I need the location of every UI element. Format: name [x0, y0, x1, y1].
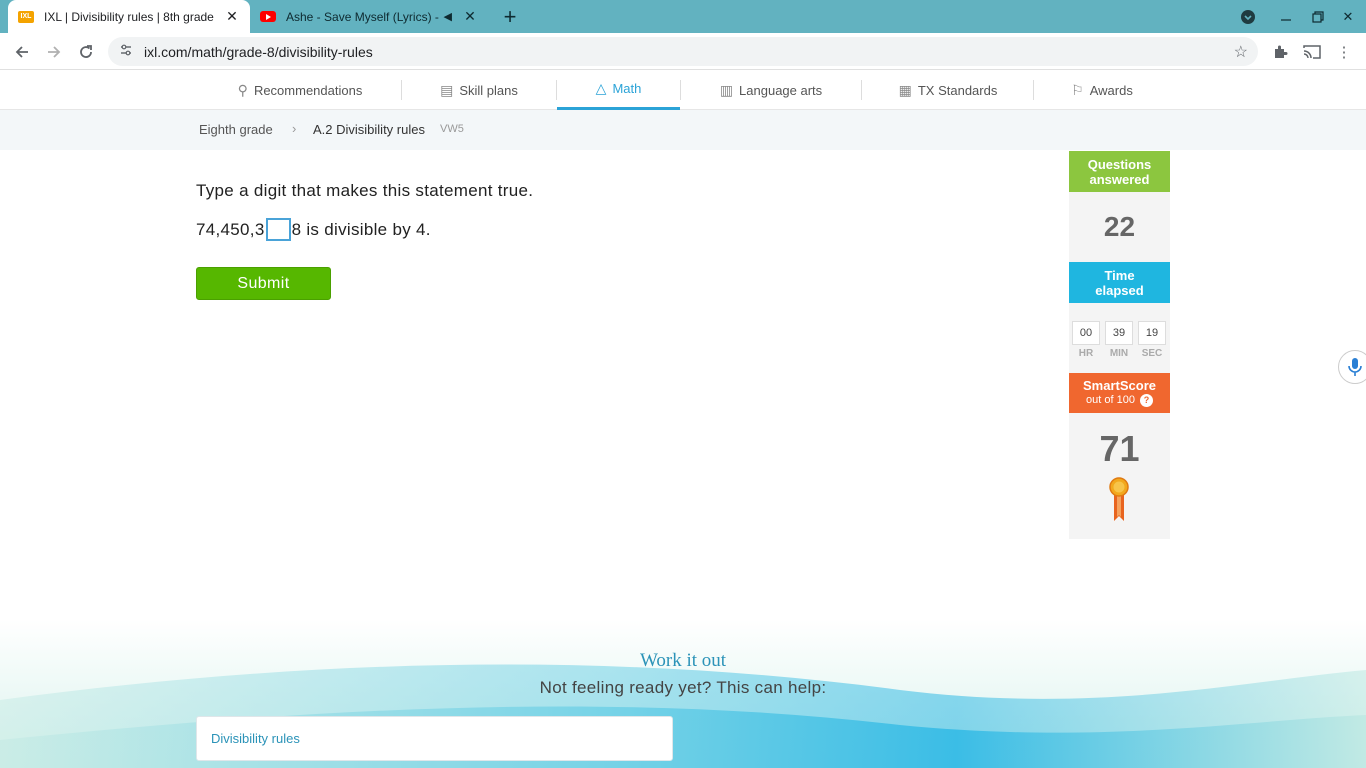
- help-lesson-link[interactable]: Divisibility rules: [196, 716, 673, 761]
- work-it-out-subtitle: Not feeling ready yet? This can help:: [539, 678, 827, 697]
- tab-title: IXL | Divisibility rules | 8th grade: [44, 9, 214, 24]
- nav-label: Recommendations: [253, 82, 363, 98]
- digit-input[interactable]: [265, 218, 291, 241]
- nav-skill-plans[interactable]: ▤ Skill plans: [420, 70, 538, 110]
- site-info-icon[interactable]: [120, 44, 134, 59]
- questions-answered-header: Questions answered: [1069, 151, 1170, 192]
- header-line: answered: [1089, 171, 1150, 187]
- statement-after: 8 is divisible by 4.: [291, 219, 431, 239]
- language-arts-icon: ▥: [719, 81, 734, 98]
- header-line: Questions: [1087, 156, 1152, 172]
- nav-label: TX Standards: [917, 82, 998, 98]
- nav-label: Awards: [1089, 82, 1133, 98]
- math-icon: △: [595, 80, 607, 96]
- recommendations-icon: ⚲: [237, 81, 248, 98]
- time-seconds-label: SEC: [1141, 348, 1163, 359]
- nav-label: Language arts: [739, 82, 823, 98]
- header-line: elapsed: [1095, 282, 1144, 298]
- work-it-out-title: Work it out: [639, 650, 727, 671]
- ixl-main-nav: ⚲ Recommendations ▤ Skill plans △ Math ▥…: [0, 70, 1366, 110]
- nav-divider: [861, 80, 862, 100]
- nav-divider: [680, 80, 681, 100]
- time-hours: 00: [1072, 321, 1100, 345]
- smartscore-subtitle: out of 100 ?: [1086, 393, 1153, 408]
- nav-label: Skill plans: [459, 82, 518, 98]
- nav-language-arts[interactable]: ▥ Language arts: [700, 70, 842, 110]
- close-tab-icon[interactable]: ✕: [462, 8, 478, 25]
- close-tab-icon[interactable]: ✕: [224, 8, 240, 25]
- statement-before: 74,450,3: [196, 219, 265, 239]
- nav-label: Math: [612, 81, 642, 96]
- time-elapsed-header: Time elapsed: [1069, 262, 1170, 303]
- tab-title: Ashe - Save Myself (Lyrics) -: [286, 9, 439, 24]
- address-bar[interactable]: ixl.com/math/grade-8/divisibility-rules …: [108, 37, 1258, 66]
- minimize-icon[interactable]: [1275, 6, 1297, 28]
- skill-code: VW5: [440, 123, 464, 135]
- audio-playing-icon[interactable]: ◀︎: [444, 10, 452, 23]
- close-window-icon[interactable]: ✕: [1337, 6, 1359, 28]
- youtube-favicon: [260, 9, 276, 25]
- cast-icon[interactable]: [1300, 40, 1324, 64]
- time-seconds: 19: [1138, 321, 1166, 345]
- nav-divider: [401, 80, 402, 100]
- restore-icon[interactable]: [1307, 6, 1329, 28]
- time-minutes-label: MIN: [1109, 348, 1129, 359]
- browser-toolbar: ixl.com/math/grade-8/divisibility-rules …: [0, 33, 1366, 70]
- voice-input-mic-icon[interactable]: [1338, 350, 1366, 384]
- header-line: Time: [1104, 267, 1135, 283]
- menu-kebab-icon[interactable]: ⋮: [1332, 40, 1356, 64]
- nav-math[interactable]: △ Math: [557, 70, 680, 110]
- smartscore-header: SmartScore out of 100 ?: [1069, 373, 1170, 413]
- breadcrumb-skill: A.2 Divisibility rules: [313, 122, 425, 137]
- ixl-favicon: IXL: [18, 9, 34, 25]
- browser-tab-strip: IXL IXL | Divisibility rules | 8th grade…: [0, 0, 1366, 33]
- smartscore-value: 71: [1099, 428, 1140, 469]
- award-ribbon-icon: [1109, 477, 1129, 521]
- nav-recommendations[interactable]: ⚲ Recommendations: [220, 70, 380, 110]
- time-minutes: 39: [1105, 321, 1133, 345]
- skill-plans-icon: ▤: [440, 81, 454, 98]
- tab-youtube[interactable]: Ashe - Save Myself (Lyrics) - ◀︎ ✕: [250, 0, 488, 33]
- question-prompt: Type a digit that makes this statement t…: [196, 181, 534, 200]
- time-hours-label: HR: [1078, 348, 1094, 359]
- question-statement: 74,450,3 8 is divisible by 4.: [196, 218, 431, 241]
- forward-icon[interactable]: [42, 40, 66, 64]
- smartscore-title: SmartScore: [1083, 378, 1156, 393]
- tab-ixl[interactable]: IXL IXL | Divisibility rules | 8th grade…: [8, 0, 250, 33]
- bookmark-star-icon[interactable]: ☆: [1234, 42, 1248, 62]
- standards-icon: ▦: [898, 81, 912, 98]
- chevron-right-icon: ›: [292, 121, 297, 136]
- nav-tx-standards[interactable]: ▦ TX Standards: [880, 70, 1016, 110]
- extensions-icon[interactable]: [1268, 40, 1292, 64]
- back-icon[interactable]: [10, 40, 34, 64]
- breadcrumb: Eighth grade › A.2 Divisibility rules VW…: [0, 110, 1366, 150]
- awards-icon: ⚐: [1071, 81, 1084, 98]
- nav-awards[interactable]: ⚐ Awards: [1050, 70, 1154, 110]
- help-question-icon[interactable]: ?: [1139, 394, 1153, 407]
- nav-divider: [1033, 80, 1034, 100]
- stats-panel: Questions answered 22 Time elapsed 00 39…: [1069, 151, 1170, 539]
- help-lesson-label: Divisibility rules: [211, 731, 300, 746]
- breadcrumb-grade-link[interactable]: Eighth grade: [199, 122, 273, 137]
- submit-button[interactable]: Submit: [196, 267, 331, 300]
- tab-search-icon[interactable]: [1237, 6, 1259, 28]
- new-tab-icon[interactable]: +: [498, 4, 522, 29]
- url-text: ixl.com/math/grade-8/divisibility-rules: [144, 43, 373, 60]
- smartscore-sub-text: out of 100: [1086, 394, 1135, 406]
- questions-answered-count: 22: [1103, 211, 1136, 242]
- reload-icon[interactable]: [74, 40, 98, 64]
